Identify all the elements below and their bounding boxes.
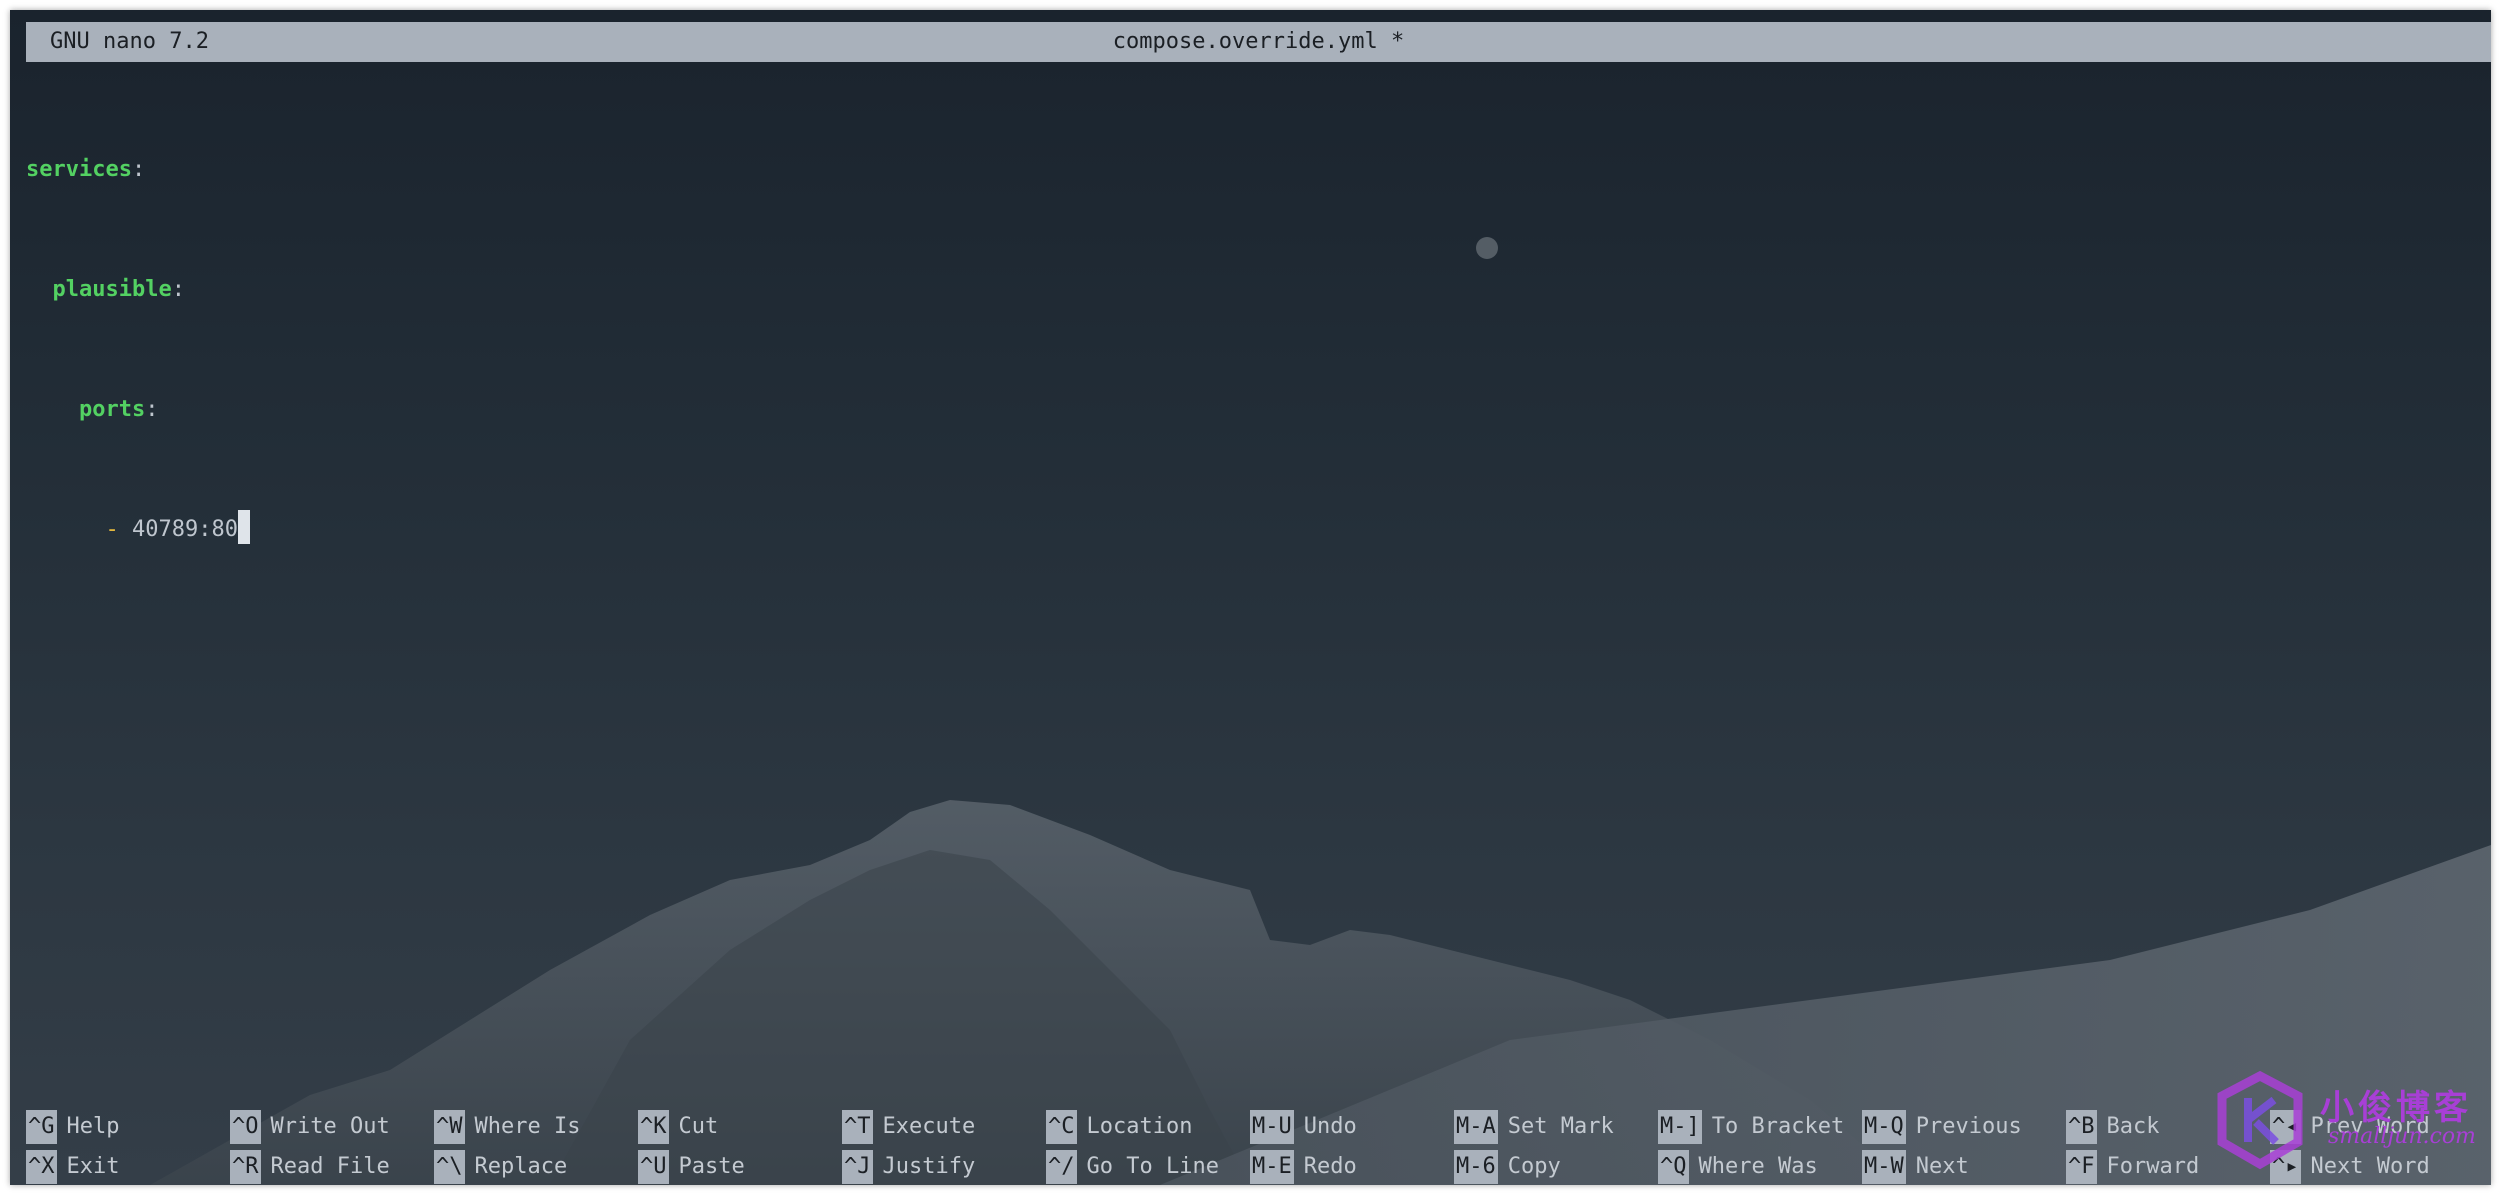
background-mountain-image	[150, 237, 2491, 1185]
yaml-key: ports	[78, 397, 146, 422]
shortcut-key: ^K	[638, 1110, 669, 1144]
shortcut-execute[interactable]: ^T Execute	[842, 1110, 975, 1144]
shortcut-back[interactable]: ^B Back	[2066, 1110, 2159, 1144]
shortcut-location[interactable]: ^C Location	[1046, 1110, 1192, 1144]
shortcut-previous[interactable]: M-Q Previous	[1862, 1110, 2022, 1144]
shortcut-key: M-Q	[1862, 1110, 1906, 1144]
shortcut-next[interactable]: M-W Next	[1862, 1150, 1969, 1184]
shortcut-key: ^Q	[1658, 1150, 1689, 1184]
code-line-2[interactable]: plausible:	[26, 270, 250, 310]
watermark-text: 小俊博客	[2320, 1088, 2472, 1128]
shortcut-where-was[interactable]: ^Q Where Was	[1658, 1150, 1818, 1184]
shortcut-label: Execute	[882, 1114, 976, 1139]
yaml-key: plausible	[52, 277, 172, 302]
shortcut-key: ^X	[26, 1150, 57, 1184]
shortcut-label: To Bracket	[1711, 1114, 1845, 1139]
text-cursor	[237, 510, 250, 544]
nano-title-bar: GNU nano 7.2 compose.override.yml *	[26, 22, 2491, 62]
shortcut-key: M-E	[1250, 1150, 1294, 1184]
yaml-list-dash: -	[105, 517, 119, 542]
code-line-4[interactable]: - 40789:80	[26, 510, 250, 550]
shortcut-label: Next	[1915, 1154, 1969, 1179]
shortcut-to-bracket[interactable]: M-] To Bracket	[1658, 1110, 1844, 1144]
shortcut-label: Read File	[270, 1154, 390, 1179]
shortcut-label: Forward	[2106, 1154, 2200, 1179]
shortcut-label: Replace	[474, 1154, 568, 1179]
shortcut-help[interactable]: ^G Help	[26, 1110, 119, 1144]
shortcut-label: Where Is	[474, 1114, 581, 1139]
shortcut-redo[interactable]: M-E Redo	[1250, 1150, 1357, 1184]
shortcut-label: Location	[1086, 1114, 1193, 1139]
shortcut-label: Copy	[1507, 1154, 1561, 1179]
yaml-colon: :	[171, 277, 185, 302]
shortcut-label: Paste	[678, 1154, 745, 1179]
shortcut-label: Cut	[678, 1114, 719, 1139]
shortcut-key: M-W	[1862, 1150, 1906, 1184]
watermark-url: smalljun.com	[2328, 1124, 2476, 1149]
shortcut-key: ^R	[230, 1150, 261, 1184]
shortcut-where-is[interactable]: ^W Where Is	[434, 1110, 580, 1144]
shortcut-label: Write Out	[270, 1114, 390, 1139]
shortcut-justify[interactable]: ^J Justify	[842, 1150, 975, 1184]
shortcut-go-to-line[interactable]: ^/ Go To Line	[1046, 1150, 1219, 1184]
shortcut-key: ^\	[434, 1150, 465, 1184]
shortcut-label: Set Mark	[1507, 1114, 1614, 1139]
yaml-key: services	[26, 157, 132, 182]
shortcut-label: Redo	[1303, 1154, 1357, 1179]
shortcut-label: Back	[2106, 1114, 2160, 1139]
shortcut-label: Where Was	[1698, 1154, 1818, 1179]
shortcut-label: Go To Line	[1086, 1154, 1219, 1179]
shortcut-key: ^U	[638, 1150, 669, 1184]
shortcut-cut[interactable]: ^K Cut	[638, 1110, 718, 1144]
shortcut-write-out[interactable]: ^O Write Out	[230, 1110, 390, 1144]
shortcut-key: ^F	[2066, 1150, 2097, 1184]
shortcut-replace[interactable]: ^\ Replace	[434, 1150, 567, 1184]
shortcut-paste[interactable]: ^U Paste	[638, 1150, 745, 1184]
shortcut-key: ^C	[1046, 1110, 1077, 1144]
shortcut-exit[interactable]: ^X Exit	[26, 1150, 119, 1184]
shortcut-key: ^B	[2066, 1110, 2097, 1144]
shortcut-key: ^O	[230, 1110, 261, 1144]
shortcut-label: Exit	[66, 1154, 120, 1179]
moon	[1476, 237, 1498, 259]
shortcut-key: ^G	[26, 1110, 57, 1144]
shortcut-set-mark[interactable]: M-A Set Mark	[1454, 1110, 1614, 1144]
yaml-colon: :	[131, 157, 146, 182]
shortcut-key: M-A	[1454, 1110, 1498, 1144]
code-line-1[interactable]: services:	[26, 150, 250, 190]
editor-text-area[interactable]: services: plausible: ports: - 40789:80	[26, 70, 250, 630]
shortcut-key: M-U	[1250, 1110, 1294, 1144]
shortcut-key: M-6	[1454, 1150, 1498, 1184]
yaml-value: 40789:80	[131, 517, 238, 542]
shortcut-key: ^J	[842, 1150, 873, 1184]
shortcut-copy[interactable]: M-6 Copy	[1454, 1150, 1561, 1184]
shortcut-key: ^T	[842, 1110, 873, 1144]
shortcut-key: ^W	[434, 1110, 465, 1144]
code-line-3[interactable]: ports:	[26, 390, 250, 430]
shortcut-label: Justify	[882, 1154, 976, 1179]
shortcut-label: Help	[66, 1114, 120, 1139]
shortcut-label: Undo	[1303, 1114, 1357, 1139]
shortcut-key: ^/	[1046, 1150, 1077, 1184]
shortcut-read-file[interactable]: ^R Read File	[230, 1150, 390, 1184]
yaml-colon: :	[145, 397, 159, 422]
file-name: compose.override.yml *	[1112, 29, 1405, 54]
shortcut-forward[interactable]: ^F Forward	[2066, 1150, 2199, 1184]
shortcut-key: M-]	[1658, 1110, 1702, 1144]
shortcut-undo[interactable]: M-U Undo	[1250, 1110, 1357, 1144]
terminal-window: GNU nano 7.2 compose.override.yml * serv…	[10, 10, 2491, 1185]
shortcut-label: Previous	[1915, 1114, 2022, 1139]
